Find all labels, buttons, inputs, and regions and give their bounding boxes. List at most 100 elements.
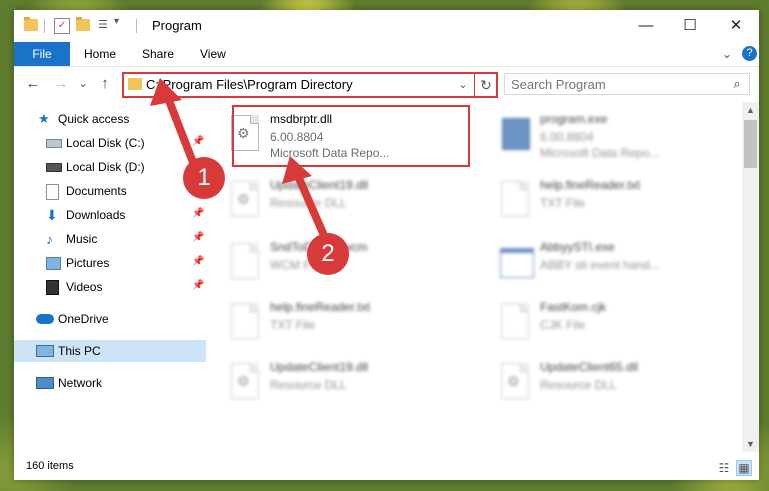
file-item[interactable]: help.fineReader.txt TXT File bbox=[224, 296, 460, 350]
vertical-scrollbar[interactable]: ▲ ▼ bbox=[742, 102, 759, 452]
file-type: TXT File bbox=[270, 318, 316, 332]
ribbon-expand-icon[interactable]: ⌄ bbox=[722, 42, 732, 66]
sidebar-item-quick-access[interactable]: ★ Quick access bbox=[14, 108, 206, 130]
sidebar-item-local-disk-c[interactable]: Local Disk (C:) 📌 bbox=[14, 132, 206, 154]
status-bar: 160 items ☷ ▦ bbox=[14, 456, 759, 480]
exe-icon bbox=[498, 112, 530, 152]
address-dropdown-icon[interactable]: ⌄ bbox=[456, 76, 470, 94]
up-button[interactable]: ↑ bbox=[96, 75, 114, 93]
details-view-icon[interactable]: ☷ bbox=[716, 460, 732, 476]
sidebar-item-label: This PC bbox=[58, 344, 101, 358]
file-version: 6.00.8804 bbox=[540, 130, 594, 144]
exe-window-icon bbox=[498, 240, 534, 280]
tab-share[interactable]: Share bbox=[142, 42, 174, 66]
file-item[interactable]: AbbyySTI.exe ABBY sti event hand... bbox=[494, 236, 730, 290]
file-name: UpdateClient19.dll bbox=[270, 360, 369, 374]
file-item[interactable]: help.fineReader.txt TXT File bbox=[494, 174, 730, 228]
maximize-button[interactable]: ☐ bbox=[680, 16, 700, 36]
pin-icon[interactable]: 📌 bbox=[192, 232, 204, 243]
sidebar-item-videos[interactable]: Videos 📌 bbox=[14, 276, 206, 298]
sidebar-item-label: Videos bbox=[66, 280, 103, 294]
pin-icon[interactable]: 📌 bbox=[192, 208, 204, 219]
sidebar-item-downloads[interactable]: ⬇ Downloads 📌 bbox=[14, 204, 206, 226]
tiles-view-icon[interactable]: ▦ bbox=[736, 460, 752, 476]
close-button[interactable]: ✕ bbox=[726, 16, 746, 36]
file-type: Resource DLL bbox=[540, 378, 617, 392]
ribbon: File Home Share View ⌄ ? bbox=[14, 42, 759, 67]
file-name: program.exe bbox=[540, 112, 608, 126]
file-item[interactable]: ⚙ UpdateClient65.dll Resource DLL bbox=[494, 356, 730, 410]
file-type: CJK File bbox=[540, 318, 586, 332]
tab-view[interactable]: View bbox=[200, 42, 226, 66]
scroll-down-icon[interactable]: ▼ bbox=[742, 436, 759, 452]
address-bar[interactable]: C:\Program Files\Program Directory ⌄ ↻ bbox=[122, 72, 498, 98]
recent-locations-button[interactable]: ⌄ bbox=[74, 75, 92, 93]
divider bbox=[136, 19, 137, 33]
file-name: help.fineReader.txt bbox=[540, 178, 641, 192]
sidebar-item-network[interactable]: Network bbox=[14, 372, 206, 394]
videos-icon bbox=[46, 280, 59, 295]
dll-gear-icon: ⚙ bbox=[228, 178, 260, 218]
title-bar: ✓ ☰ ▾ Program — ☐ ✕ bbox=[14, 10, 759, 42]
sidebar-item-this-pc[interactable]: This PC bbox=[14, 340, 206, 362]
network-icon bbox=[36, 377, 54, 389]
divider bbox=[44, 19, 45, 33]
file-type: TXT File bbox=[540, 196, 586, 210]
computer-icon bbox=[36, 345, 54, 357]
file-item[interactable]: program.exe 6.00.8804 Microsoft Data Rep… bbox=[494, 108, 730, 162]
sidebar-item-label: Documents bbox=[66, 184, 127, 198]
search-input[interactable] bbox=[511, 74, 721, 94]
address-path[interactable]: C:\Program Files\Program Directory bbox=[146, 77, 353, 92]
minimize-button[interactable]: — bbox=[636, 16, 656, 36]
sidebar-item-onedrive[interactable]: OneDrive bbox=[14, 308, 206, 330]
sidebar-item-label: Local Disk (D:) bbox=[66, 160, 145, 174]
download-icon: ⬇ bbox=[46, 207, 58, 223]
new-folder-icon[interactable] bbox=[76, 17, 90, 31]
help-icon[interactable]: ? bbox=[742, 46, 757, 61]
file-description: ABBY sti event hand... bbox=[540, 258, 660, 272]
sidebar-item-label: Local Disk (C:) bbox=[66, 136, 145, 150]
step-badge-1: 1 bbox=[183, 157, 225, 199]
sidebar-item-pictures[interactable]: Pictures 📌 bbox=[14, 252, 206, 274]
file-name: AbbyySTI.exe bbox=[540, 240, 615, 254]
drive-icon bbox=[46, 139, 62, 148]
tab-home[interactable]: Home bbox=[84, 42, 116, 66]
music-icon: ♪ bbox=[46, 231, 53, 247]
text-file-icon bbox=[228, 300, 260, 340]
pictures-icon bbox=[46, 257, 61, 270]
search-box[interactable]: ⌕ bbox=[504, 73, 750, 95]
pin-icon[interactable]: 📌 bbox=[192, 256, 204, 267]
navigation-pane: ★ Quick access Local Disk (C:) 📌 Local D… bbox=[14, 102, 209, 452]
scroll-thumb[interactable] bbox=[744, 120, 757, 168]
sidebar-item-label: Network bbox=[58, 376, 103, 390]
scroll-up-icon[interactable]: ▲ bbox=[742, 102, 759, 118]
properties-icon[interactable]: ✓ bbox=[54, 18, 70, 34]
pin-icon[interactable]: 📌 bbox=[192, 136, 204, 147]
file-name: help.fineReader.txt bbox=[270, 300, 371, 314]
search-icon[interactable]: ⌕ bbox=[729, 76, 745, 92]
pin-icon[interactable]: 📌 bbox=[192, 280, 204, 291]
drive-icon bbox=[46, 163, 62, 172]
sidebar-item-label: Pictures bbox=[66, 256, 110, 270]
divider bbox=[474, 74, 475, 96]
tab-file[interactable]: File bbox=[14, 42, 70, 66]
step-badge-2: 2 bbox=[307, 233, 349, 275]
sidebar-item-label: Downloads bbox=[66, 208, 126, 222]
file-name: UpdateClient65.dll bbox=[540, 360, 639, 374]
sidebar-item-local-disk-d[interactable]: Local Disk (D:) bbox=[14, 156, 206, 178]
sidebar-item-music[interactable]: ♪ Music 📌 bbox=[14, 228, 206, 250]
item-count: 160 items bbox=[26, 460, 74, 472]
qat-menu-icon[interactable]: ☰ bbox=[98, 19, 110, 31]
sidebar-item-label: OneDrive bbox=[58, 312, 109, 326]
file-item[interactable]: FastKom.cjk CJK File bbox=[494, 296, 730, 350]
text-file-icon bbox=[498, 178, 530, 218]
file-name: UpdateClient19.dll bbox=[270, 178, 369, 192]
qat-dropdown-icon[interactable]: ▾ bbox=[114, 16, 124, 32]
file-item[interactable]: ⚙ UpdateClient19.dll Resource DLL bbox=[224, 174, 460, 228]
sidebar-item-documents[interactable]: Documents 📌 bbox=[14, 180, 206, 202]
file-item[interactable]: ⚙ UpdateClient19.dll Resource DLL bbox=[224, 356, 460, 410]
forward-button[interactable]: → bbox=[52, 75, 70, 93]
sidebar-item-label: Quick access bbox=[58, 112, 130, 126]
refresh-button[interactable]: ↻ bbox=[477, 75, 495, 95]
back-button[interactable]: ← bbox=[24, 75, 42, 93]
